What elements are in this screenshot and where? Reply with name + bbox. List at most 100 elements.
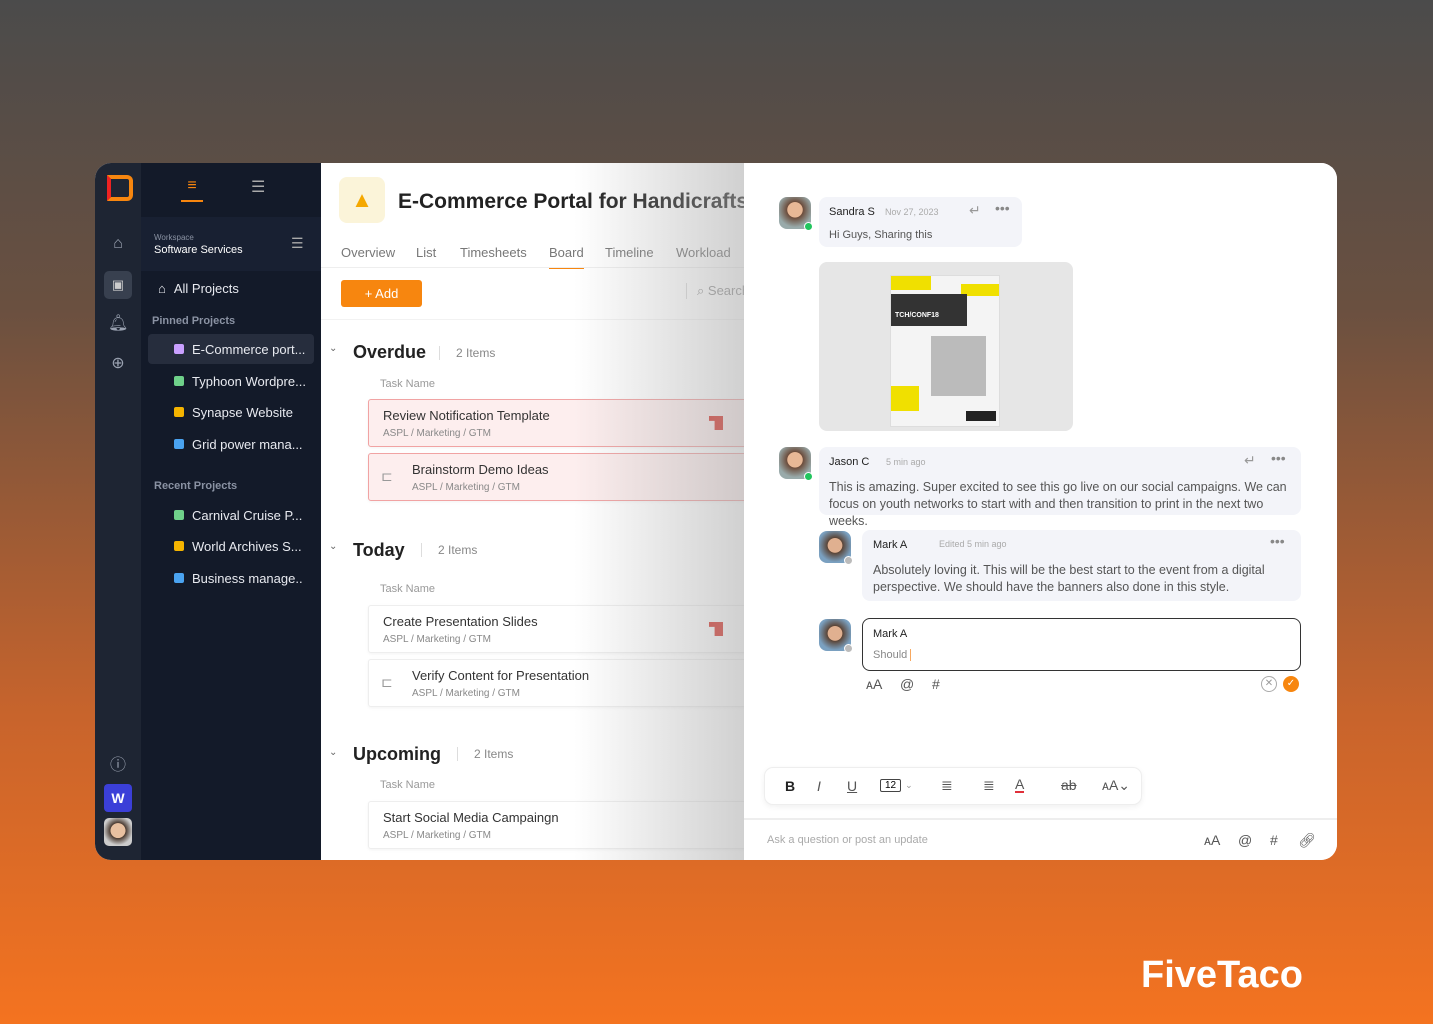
project-icon — [174, 541, 184, 551]
section-upcoming: Upcoming — [353, 744, 441, 764]
task-title: Create Presentation Slides — [383, 614, 538, 629]
list-icon[interactable]: ☰ — [291, 235, 304, 252]
more-icon[interactable]: ••• — [995, 200, 1010, 216]
tab-timeline[interactable]: Timeline — [605, 245, 654, 260]
timestamp: Edited 5 min ago — [939, 539, 1007, 549]
app-window: ⌂ ▣ 🔔︎ ⊕ ⓘ W ≡ ☰ Workspace Software Serv… — [95, 163, 1337, 860]
add-button[interactable]: + Add — [341, 280, 422, 307]
task-card[interactable]: Create Presentation Slides ASPL / Marketi… — [368, 605, 744, 653]
reply-icon[interactable]: ↵ — [1244, 452, 1256, 469]
sidebar-item-synapse[interactable]: Synapse Website — [148, 397, 314, 427]
tab-timesheets[interactable]: Timesheets — [460, 245, 527, 260]
avatar — [779, 447, 813, 481]
sidebar-item-world-archives[interactable]: World Archives S... — [148, 531, 314, 561]
menu-icon[interactable]: ≡ — [181, 177, 203, 202]
home-icon: ⌂ — [158, 281, 166, 296]
format-toolbar: B I U 12 ⌄ ≣ ≣ A ab ᴀA⌄ — [764, 767, 1142, 805]
italic-icon[interactable]: I — [817, 778, 821, 794]
text-size-icon[interactable]: ᴀA — [866, 676, 882, 692]
plus-circle-icon[interactable]: ⊕ — [108, 353, 128, 373]
task-name-header: Task Name — [380, 583, 436, 595]
task-card[interactable]: Start Social Media Campaingn ASPL / Marke… — [368, 801, 744, 849]
icon-rail: ⌂ ▣ 🔔︎ ⊕ ⓘ W — [95, 163, 141, 860]
sidebar-item-carnival[interactable]: Carnival Cruise P... — [148, 500, 314, 530]
underline-icon[interactable]: U — [847, 778, 857, 794]
hashtag-icon[interactable]: # — [932, 676, 940, 692]
task-path: ASPL / Marketing / GTM — [383, 830, 491, 841]
reply-icon[interactable]: ↵ — [969, 202, 981, 219]
app-logo — [107, 175, 133, 201]
search-input[interactable]: ⌕ Search — [686, 283, 744, 299]
text-size-icon[interactable]: ᴀA⌄ — [1102, 777, 1130, 794]
composer-input[interactable]: Ask a question or post an update — [767, 834, 928, 846]
task-path: ASPL / Marketing / GTM — [412, 688, 520, 699]
chevron-down-icon[interactable]: ⌄ — [329, 541, 337, 552]
task-card[interactable]: Review Notification Template ASPL / Marke… — [368, 399, 744, 447]
poster-block — [891, 294, 967, 326]
project-icon — [174, 439, 184, 449]
online-indicator — [804, 472, 813, 481]
avatar — [819, 531, 853, 565]
tab-list[interactable]: List — [416, 245, 436, 260]
task-path: ASPL / Marketing / GTM — [383, 634, 491, 645]
bell-icon[interactable]: 🔔︎ — [108, 313, 128, 333]
task-title: Verify Content for Presentation — [412, 668, 590, 683]
workspace-badge[interactable]: W — [104, 784, 132, 812]
shared-image[interactable]: TCH/CONF18 — [819, 262, 1073, 431]
task-name-header: Task Name — [380, 779, 436, 791]
tab-board[interactable]: Board — [549, 245, 584, 269]
poster: TCH/CONF18 — [891, 276, 999, 426]
workspace-selector[interactable]: Workspace Software Services ☰ — [141, 217, 321, 271]
divider — [321, 319, 744, 320]
message: Jason C 5 min ago ↵ ••• This is amazing.… — [819, 447, 1301, 528]
chevron-down-icon[interactable]: ⌄ — [329, 343, 337, 354]
tab-workload[interactable]: Workload — [676, 245, 731, 260]
more-icon[interactable]: ••• — [1270, 533, 1285, 549]
sidebar-item-typhoon[interactable]: Typhoon Wordpre... — [148, 366, 314, 396]
help-icon[interactable]: ⓘ — [108, 751, 128, 775]
chevron-down-icon[interactable]: ⌄ — [329, 747, 337, 758]
align-icon[interactable]: ≣ — [941, 777, 953, 794]
author-name: Mark A — [873, 539, 908, 551]
project-board: ▲ E-Commerce Portal for Handicrafts Over… — [321, 163, 744, 860]
task-card[interactable]: ⊏ Verify Content for Presentation ASPL / M… — [368, 659, 744, 707]
more-icon[interactable]: ••• — [1271, 450, 1286, 466]
briefcase-icon[interactable]: ▣ — [104, 271, 132, 299]
project-icon: ▲ — [339, 177, 385, 223]
poster-block — [891, 276, 931, 290]
flag-icon — [709, 416, 723, 430]
task-card[interactable]: ⊏ Brainstorm Demo Ideas ASPL / Marketing /… — [368, 453, 744, 501]
attachment-icon[interactable]: 🔗︎ — [1298, 832, 1316, 849]
tab-overview[interactable]: Overview — [341, 245, 395, 260]
task-name-header: Task Name — [380, 378, 436, 390]
message: Sandra S Nov 27, 2023 ↵ ••• Hi Guys, Sha… — [819, 197, 1022, 247]
avatar — [819, 619, 853, 653]
hashtag-icon[interactable]: # — [1270, 832, 1278, 848]
mention-icon[interactable]: @ — [1238, 832, 1252, 848]
text-size-icon[interactable]: ᴀA — [1204, 832, 1220, 848]
user-avatar[interactable] — [104, 818, 132, 846]
project-icon — [174, 376, 184, 386]
all-projects-link[interactable]: ⌂ All Projects — [158, 281, 239, 296]
poster-title: TCH/CONF18 — [895, 312, 939, 319]
home-icon[interactable]: ⌂ — [108, 235, 128, 253]
sidebar-item-ecommerce[interactable]: E-Commerce port... — [148, 334, 314, 364]
reply-input[interactable]: Mark A Should — [862, 618, 1301, 671]
font-size-select[interactable]: 12 ⌄ — [880, 779, 913, 792]
list-icon[interactable]: ≣ — [983, 777, 995, 794]
sidebar-item-business[interactable]: Business manage.. — [148, 563, 314, 593]
collapse-icon[interactable]: ☰ — [251, 177, 265, 197]
task-title: Review Notification Template — [383, 408, 550, 423]
project-label: E-Commerce port... — [192, 341, 306, 357]
workspace-name: Software Services — [154, 244, 243, 256]
sidebar-item-grid[interactable]: Grid power mana... — [148, 429, 314, 459]
cancel-icon[interactable]: ✕ — [1261, 676, 1277, 692]
bold-icon[interactable]: B — [785, 778, 795, 794]
text-color-icon[interactable]: A — [1015, 777, 1025, 793]
offline-indicator — [844, 644, 853, 653]
font-size-value: 12 — [880, 779, 902, 792]
strikethrough-icon[interactable]: ab — [1061, 777, 1077, 793]
mention-icon[interactable]: @ — [900, 676, 914, 692]
confirm-icon[interactable]: ✓ — [1283, 676, 1299, 692]
poster-block — [966, 411, 996, 421]
